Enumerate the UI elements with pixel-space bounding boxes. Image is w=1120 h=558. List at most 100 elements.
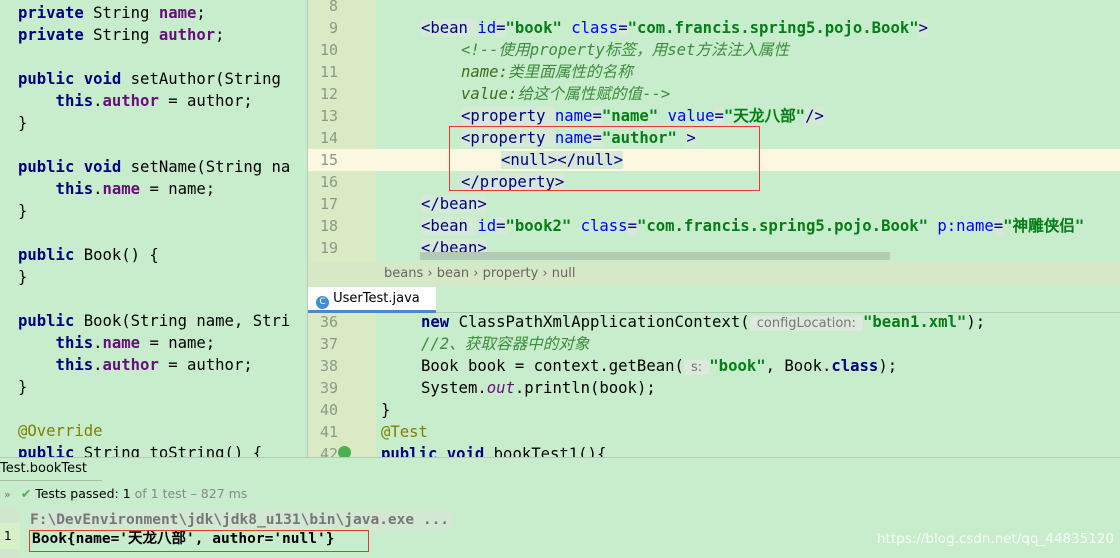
code-line: public void setName(String na	[18, 156, 290, 178]
line-number: 37	[319, 335, 338, 353]
code-token: = name;	[140, 180, 216, 198]
code-token: this	[18, 180, 94, 198]
code-line: Book book = context.getBean( s: "book", …	[421, 355, 897, 377]
code-token: private	[18, 4, 94, 22]
parameter-hint: configLocation:	[749, 316, 864, 331]
code-token: name:	[461, 63, 508, 81]
left-editor-pane[interactable]: private String name; private String autho…	[0, 0, 308, 457]
code-token: />	[805, 107, 824, 125]
code-line: System.out.println(book);	[421, 377, 656, 399]
code-token: p:name	[937, 217, 994, 235]
code-token: );	[878, 357, 898, 375]
code-token: =	[993, 217, 1004, 235]
code-token: void	[83, 70, 131, 88]
code-token: void	[446, 445, 494, 457]
code-line: <bean id="book" class="com.francis.sprin…	[421, 17, 929, 39]
code-token: //2、获取容器中的对象	[421, 335, 590, 353]
code-line: public void setAuthor(String	[18, 68, 281, 90]
code-token: public	[18, 158, 84, 176]
code-token: <bean	[421, 19, 478, 37]
code-line: this.author = author;	[18, 90, 253, 112]
code-token: new	[421, 313, 459, 331]
code-line: <!--使用property标签，用set方法注入属性	[461, 39, 789, 61]
code-token: class	[580, 217, 628, 235]
breadcrumb-item[interactable]: beans	[384, 266, 423, 281]
code-token: author	[102, 356, 159, 374]
expand-icon[interactable]: »	[4, 488, 11, 501]
line-number: 11	[319, 63, 338, 81]
code-token: "神雕侠侣"	[1003, 217, 1085, 235]
code-token: =	[618, 19, 628, 37]
xml-scrollbar[interactable]	[420, 252, 890, 260]
code-token: String	[93, 26, 159, 44]
status-suffix: of 1 test – 827 ms	[130, 486, 248, 501]
line-number: 17	[319, 195, 338, 213]
code-token: }	[18, 202, 28, 220]
code-token: "com.francis.spring5.pojo.Book"	[627, 19, 919, 37]
code-token: =	[592, 107, 602, 125]
line-number: 10	[319, 41, 338, 59]
code-token: =	[496, 217, 506, 235]
line-number: 40	[319, 401, 338, 419]
line-number: 42	[319, 445, 338, 457]
code-token: Book() {	[83, 246, 159, 264]
code-line: private String author;	[18, 24, 225, 46]
line-number: 8	[328, 0, 338, 15]
code-line: }	[18, 266, 27, 288]
code-token: id	[477, 19, 497, 37]
code-line: new ClassPathXmlApplicationContext( conf…	[421, 313, 985, 333]
code-token: = author;	[158, 356, 253, 374]
line-number: 14	[319, 129, 338, 147]
code-line: }	[18, 376, 27, 398]
tab-run-booktest[interactable]: Test.bookTest ×	[0, 458, 102, 498]
code-line: }	[18, 200, 27, 222]
console-command-line: F:\DevEnvironment\jdk\jdk8_u131\bin\java…	[30, 510, 453, 530]
tab-usertest-java[interactable]: C UserTest.java ×	[308, 287, 436, 330]
code-token: .	[93, 92, 103, 110]
console[interactable]: 1 F:\DevEnvironment\jdk\jdk8_u131\bin\ja…	[0, 507, 1120, 558]
code-line: }	[381, 399, 390, 421]
run-test-icon[interactable]	[338, 446, 351, 457]
line-number: 36	[319, 313, 338, 331]
code-token: <!--使用property标签，用set方法注入属性	[461, 41, 789, 59]
breadcrumb-item[interactable]: property	[483, 266, 539, 281]
code-line: <property name="name" value="天龙八部"/>	[461, 105, 824, 127]
code-line: }	[18, 112, 27, 134]
code-token: out	[486, 379, 515, 397]
breadcrumb-item[interactable]: bean	[437, 266, 469, 281]
code-token: =	[496, 19, 506, 37]
code-token: ClassPathXmlApplicationContext(	[458, 313, 750, 331]
code-token: );	[966, 313, 986, 331]
status-prefix: Tests passed:	[35, 486, 123, 501]
breadcrumb-separator: ›	[538, 266, 552, 281]
code-token: author	[158, 26, 216, 44]
code-token: 给这个属性赋的值-->	[517, 85, 671, 103]
code-token: String	[93, 4, 159, 22]
code-token: "book2"	[505, 217, 581, 235]
code-token: , Book.	[765, 357, 832, 375]
highlight-box-author-property	[449, 126, 760, 191]
code-token: public	[18, 444, 84, 457]
run-tab-label: Test.bookTest	[0, 461, 88, 476]
code-token: Book book = context.getBean(	[421, 357, 684, 375]
passed-count: 1	[122, 486, 131, 501]
line-number: 16	[319, 173, 338, 191]
breadcrumb-item[interactable]: null	[552, 266, 576, 281]
code-line: this.author = author;	[18, 354, 253, 376]
code-token: public	[18, 246, 84, 264]
code-token: </bean>	[421, 195, 487, 213]
line-number: 18	[319, 217, 338, 235]
code-token: }	[18, 268, 28, 286]
code-token: .	[93, 180, 103, 198]
code-token: this	[18, 92, 94, 110]
parameter-hint: s:	[683, 360, 710, 375]
code-token: }	[18, 378, 28, 396]
code-token: toString() {	[149, 444, 263, 457]
code-token: public	[381, 445, 447, 457]
java-editor-pane[interactable]: 36 new ClassPathXmlApplicationContext( co…	[308, 313, 1120, 457]
code-line: name:类里面属性的名称	[461, 61, 633, 83]
code-line: this.name = name;	[18, 332, 216, 354]
code-token: setName(String na	[130, 158, 291, 176]
code-token: String	[83, 444, 150, 457]
run-tab-bar: Test.bookTest ×	[0, 457, 1120, 498]
